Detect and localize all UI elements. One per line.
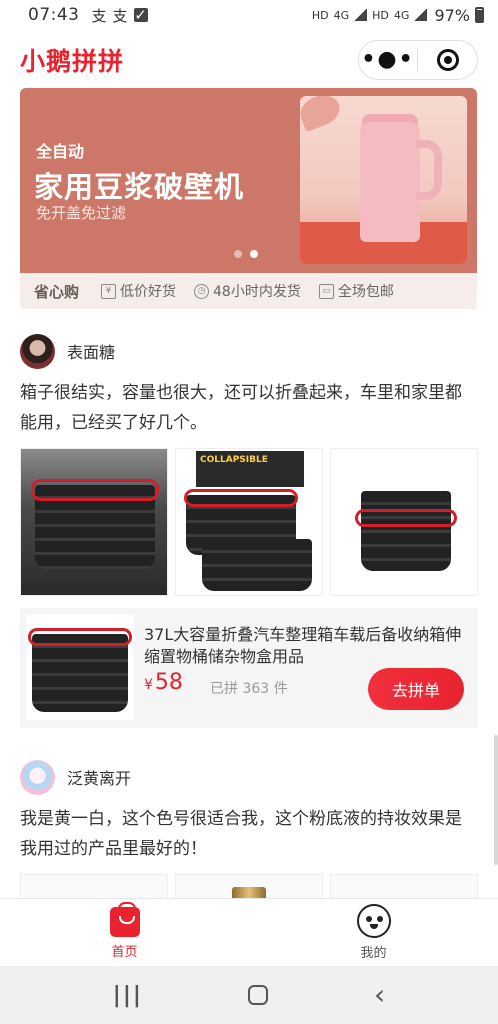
features-strip: 省心购 ¥ 低价好货 ◷ 48小时内发货 ▭ 全场包邮 (20, 273, 477, 309)
product-price: ¥58 (144, 670, 183, 695)
hd-label: HD (311, 8, 329, 22)
author-name[interactable]: 表面糖 (67, 339, 115, 363)
check-icon: ✓ (133, 6, 148, 24)
avatar[interactable] (20, 759, 55, 795)
storage-bin-rim (184, 489, 298, 507)
feature-label: 全场包邮 (337, 284, 394, 300)
features-title: 省心购 (34, 282, 80, 301)
network-label: 4G (333, 8, 350, 22)
banner-subline: 免开盖免过滤 (36, 204, 127, 222)
sold-count: 已拼 363 件 (210, 681, 288, 697)
app-title: 小鹅拼拼 (20, 47, 125, 76)
system-nav-bar: ||| ‹ (0, 966, 498, 1024)
recent-apps-button[interactable]: ||| (113, 983, 143, 1008)
post-author[interactable]: 泛黄离开 (20, 758, 478, 796)
storage-bin-rim (355, 509, 457, 527)
post-text: 我是黄一白，这个色号很适合我，这个粉底液的持妆效果是我用过的产品里最好的！ (20, 809, 462, 859)
back-button[interactable]: ‹ (374, 981, 385, 1009)
carousel-dot-active[interactable] (250, 250, 258, 258)
blender-jug (360, 122, 420, 242)
scrollbar[interactable] (494, 735, 498, 865)
banner-small-text: 全自动 (36, 142, 85, 161)
avatar[interactable] (20, 333, 55, 369)
status-time: 07:43 (28, 5, 80, 25)
post-text: 箱子很结实，容量也很大，还可以折叠起来，车里和家里都能用，已经买了好几个。 (20, 383, 462, 433)
post-image[interactable] (20, 448, 168, 596)
tab-label: 我的 (360, 946, 387, 961)
home-button[interactable] (248, 985, 269, 1005)
storage-bin-rim (31, 479, 159, 501)
notification-icon: 支 (91, 6, 107, 25)
feature-free-ship: ▭ 全场包邮 (318, 281, 394, 301)
price-value: 58 (154, 670, 183, 695)
author-name[interactable]: 泛黄离开 (67, 765, 131, 789)
bottom-tab-bar: 首页 我的 (0, 898, 498, 966)
target-icon (436, 49, 459, 71)
notification-icons: 支 支 ✓ (92, 5, 148, 26)
feature-label: 48小时内发货 (213, 284, 301, 300)
yen-icon: ¥ (101, 283, 117, 299)
post-author[interactable]: 表面糖 (20, 332, 478, 370)
post-images: COLLAPSIBLE (20, 448, 478, 596)
status-right: HD 4G HD 4G 97% (312, 6, 484, 25)
signal-icon (354, 9, 368, 21)
blender-handle (416, 140, 442, 200)
tab-me[interactable]: 我的 (249, 899, 498, 966)
banner-headline: 家用豆浆破壁机 (34, 170, 245, 204)
clock-icon: ◷ (194, 283, 210, 299)
product-thumbnail[interactable] (26, 614, 134, 720)
mini-program-capsule: •●• (358, 40, 478, 80)
post-card: 泛黄离开 我是黄一白，这个色号很适合我，这个粉底液的持妆效果是我用过的产品里最好… (20, 758, 478, 914)
tab-label: 首页 (111, 945, 138, 960)
storage-bin-shape (361, 491, 451, 571)
signal-icon (414, 9, 428, 21)
feature-fast-ship: ◷ 48小时内发货 (194, 281, 301, 301)
product-name[interactable]: 37L大容量折叠汽车整理箱车载后备收纳箱伸缩置物桶储杂物盒用品 (144, 624, 470, 668)
battery-percent: 97% (434, 5, 470, 25)
storage-bin-shape (202, 539, 312, 591)
app-header: 小鹅拼拼 •●• (0, 32, 498, 88)
feature-low-price: ¥ 低价好货 (101, 281, 176, 301)
storage-bin-rim (28, 628, 132, 646)
shopping-bag-icon (109, 902, 140, 937)
network-label: 4G (393, 8, 410, 22)
banner-product-image (300, 96, 467, 264)
carousel-dots (234, 250, 258, 258)
product-box-label: COLLAPSIBLE (196, 451, 304, 487)
carousel-dot[interactable] (234, 250, 242, 258)
more-menu-button[interactable]: •●• (359, 41, 417, 79)
package-icon: ▭ (318, 283, 334, 299)
product-card[interactable]: 37L大容量折叠汽车整理箱车载后备收纳箱伸缩置物桶储杂物盒用品 ¥58 已拼 3… (20, 608, 478, 728)
feature-label: 低价好货 (120, 284, 177, 300)
tab-home[interactable]: 首页 (0, 899, 249, 966)
status-bar: 07:43 支 支 ✓ HD 4G HD 4G 97% (0, 0, 498, 30)
flower-decoration (300, 96, 344, 132)
battery-icon (475, 7, 484, 23)
post-image[interactable]: COLLAPSIBLE (175, 448, 323, 596)
group-buy-button[interactable]: 去拼单 (368, 668, 464, 710)
close-mini-program-button[interactable] (418, 49, 477, 71)
post-card: 表面糖 箱子很结实，容量也很大，还可以折叠起来，车里和家里都能用，已经买了好几个… (20, 332, 478, 728)
promo-banner[interactable]: 全自动 家用豆浆破壁机 免开盖免过滤 (20, 88, 477, 273)
hd-label: HD (372, 8, 389, 22)
currency-symbol: ¥ (144, 677, 153, 693)
notification-icon: 支 (112, 6, 128, 25)
penguin-icon (356, 904, 391, 938)
post-image[interactable] (330, 448, 478, 596)
